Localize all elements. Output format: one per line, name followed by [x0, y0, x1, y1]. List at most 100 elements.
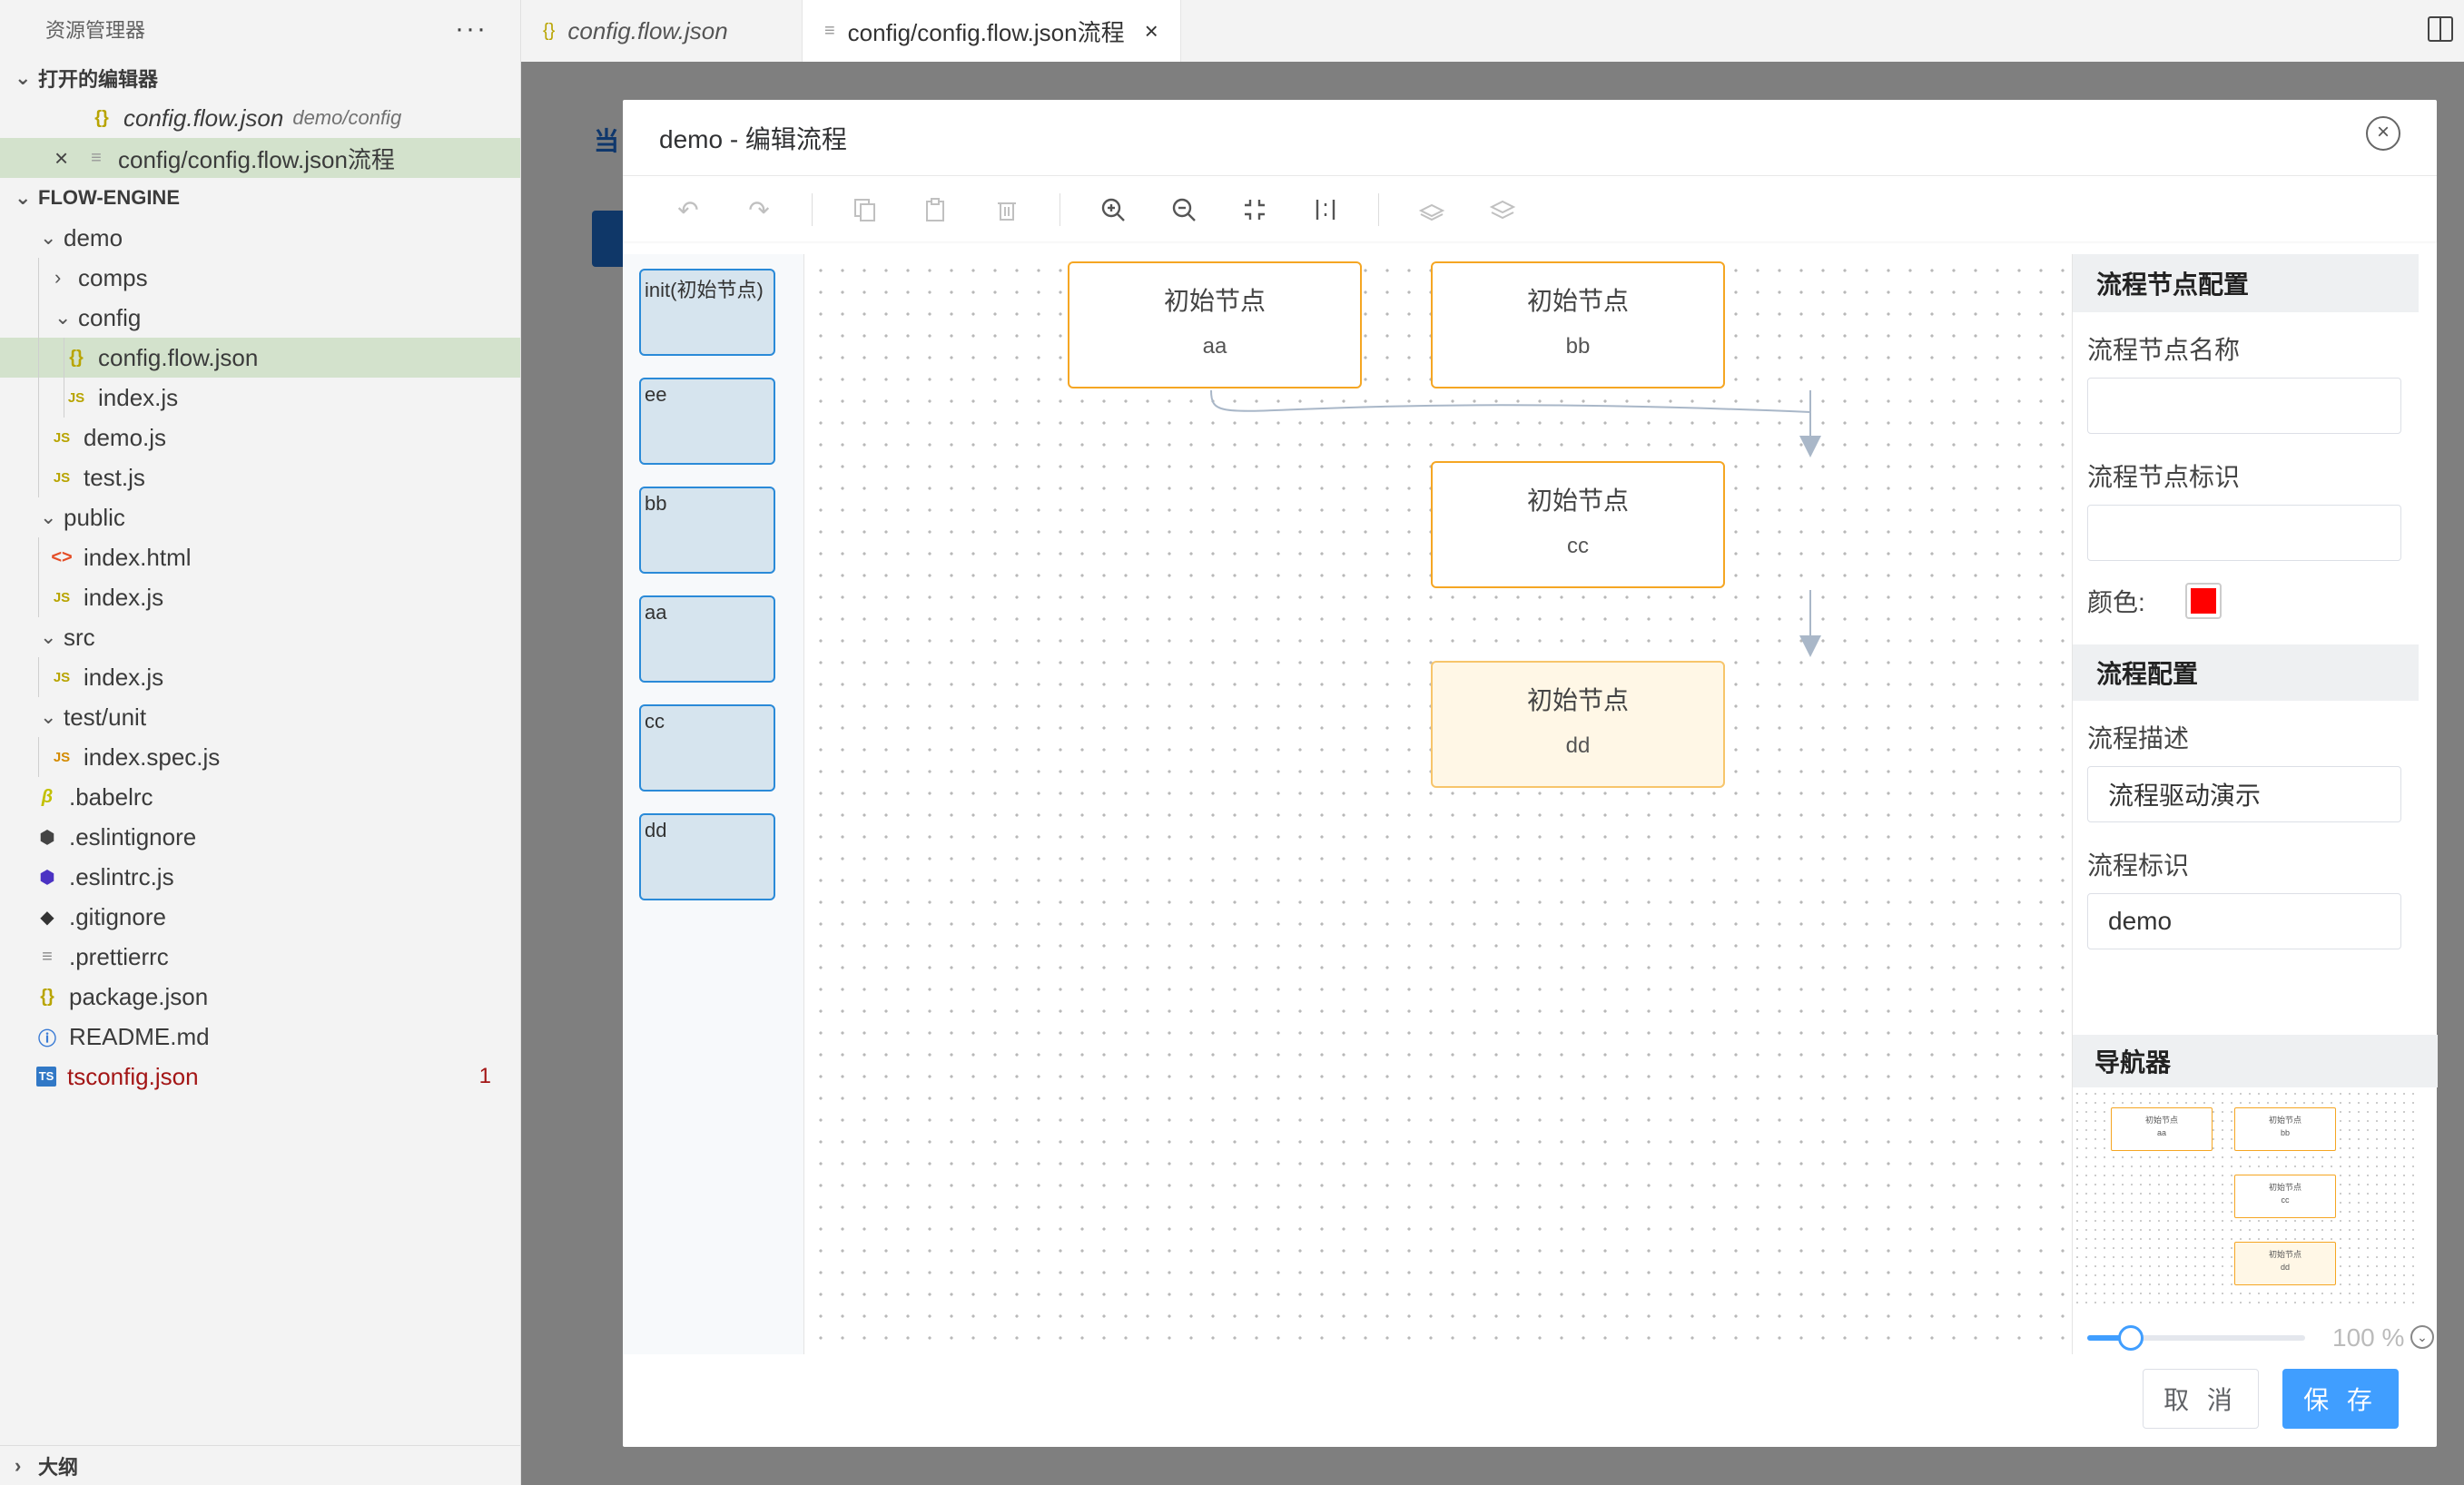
- tree-label: .gitignore: [69, 902, 166, 930]
- minimap-node: 初始节点 cc: [2234, 1175, 2336, 1218]
- tree-file-config-flow-json[interactable]: {} config.flow.json: [0, 338, 520, 378]
- color-picker[interactable]: [2184, 583, 2222, 619]
- tree-folder-src[interactable]: ⌄ src: [0, 617, 520, 657]
- close-icon[interactable]: ×: [2366, 116, 2400, 151]
- undo-icon[interactable]: ↶: [670, 192, 706, 228]
- babel-icon: β: [41, 786, 54, 807]
- node-name-input[interactable]: [2087, 378, 2401, 434]
- cancel-button[interactable]: 取 消: [2143, 1369, 2259, 1429]
- flow-node-bb[interactable]: 初始节点 bb: [1431, 261, 1725, 388]
- tab-config-flow[interactable]: ≡ config/config.flow.json流程 ×: [803, 0, 1181, 62]
- open-editor-desc: demo/config: [292, 106, 402, 129]
- to-back-icon[interactable]: [1484, 192, 1521, 228]
- open-editors-label: 打开的编辑器: [38, 68, 159, 91]
- tab-config-flow-json[interactable]: {} config.flow.json: [521, 0, 803, 62]
- node-subtitle: aa: [1202, 334, 1227, 359]
- tree-file-readme[interactable]: ⓘ README.md: [0, 1017, 520, 1057]
- split-editor-icon[interactable]: [2428, 16, 2453, 42]
- fit-view-icon[interactable]: [1237, 192, 1273, 228]
- json-file-icon: {}: [94, 107, 109, 128]
- tree-file-babelrc[interactable]: β .babelrc: [0, 777, 520, 817]
- flow-node-cc[interactable]: 初始节点 cc: [1431, 461, 1725, 588]
- editor-tab-bar: {} config.flow.json ≡ config/config.flow…: [521, 0, 2464, 62]
- redo-icon[interactable]: ↷: [741, 192, 777, 228]
- flow-canvas[interactable]: 初始节点 aa 初始节点 bb 初始节点 cc 初始节点 dd: [804, 254, 2072, 1354]
- indent-guide: [38, 457, 39, 497]
- tree-file-index-html[interactable]: <> index.html: [0, 537, 520, 577]
- minimap-node-sub: cc: [2281, 1195, 2290, 1205]
- minimap-node: 初始节点 bb: [2234, 1107, 2336, 1151]
- tree-label: index.spec.js: [84, 742, 221, 771]
- tree-folder-config[interactable]: ⌄ config: [0, 298, 520, 338]
- palette-node[interactable]: init(初始节点): [639, 269, 775, 356]
- zoom-percent: 100 %: [2332, 1323, 2405, 1352]
- flow-desc-input[interactable]: [2087, 766, 2401, 822]
- tree-file-gitignore[interactable]: ◆ .gitignore: [0, 897, 520, 937]
- js-file-icon: JS: [53, 669, 71, 685]
- more-actions-button[interactable]: ···: [455, 14, 488, 44]
- tree-folder-comps[interactable]: › comps: [0, 258, 520, 298]
- navigator-minimap[interactable]: 初始节点 aa 初始节点 bb 初始节点 cc 初始节点 dd: [2073, 1089, 2418, 1305]
- chevron-down-icon: ⌄: [40, 705, 57, 728]
- project-label: FLOW-ENGINE: [38, 186, 180, 209]
- indent-guide: [38, 577, 39, 617]
- tree-label: index.js: [98, 383, 179, 411]
- flow-node-dd[interactable]: 初始节点 dd: [1431, 661, 1725, 788]
- js-file-icon: JS: [53, 469, 71, 486]
- project-section[interactable]: ⌄ FLOW-ENGINE: [0, 178, 520, 218]
- node-subtitle: bb: [1565, 334, 1591, 359]
- html-file-icon: <>: [51, 546, 73, 567]
- zoom-slider-thumb[interactable]: [2118, 1325, 2144, 1351]
- tree-label: .eslintrc.js: [69, 862, 174, 890]
- indent-guide: [38, 737, 39, 777]
- flow-id-input[interactable]: [2087, 893, 2401, 949]
- js-file-icon: JS: [53, 589, 71, 605]
- close-icon[interactable]: ×: [54, 144, 80, 172]
- tree-file-index-js[interactable]: JS index.js: [0, 577, 520, 617]
- palette-node[interactable]: aa: [639, 595, 775, 683]
- chevron-down-icon: ⌄: [15, 66, 32, 89]
- color-swatch-fill: [2190, 588, 2216, 614]
- tree-file-tsconfig[interactable]: TS tsconfig.json 1: [0, 1057, 520, 1097]
- delete-icon[interactable]: [989, 192, 1025, 228]
- tree-file-eslintignore[interactable]: ⬢ .eslintignore: [0, 817, 520, 857]
- tree-file-package-json[interactable]: {} package.json: [0, 977, 520, 1017]
- flow-edges: [1210, 389, 1821, 657]
- eslint-icon: ⬢: [39, 867, 55, 888]
- tree-label: demo: [64, 223, 123, 251]
- to-front-icon[interactable]: [1414, 192, 1450, 228]
- tree-file-index-js[interactable]: JS index.js: [0, 657, 520, 697]
- open-editor-item[interactable]: {} config.flow.json demo/config: [0, 98, 520, 138]
- tree-file-prettierrc[interactable]: ≡ .prettierrc: [0, 937, 520, 977]
- palette-node[interactable]: ee: [639, 378, 775, 465]
- tree-folder-public[interactable]: ⌄ public: [0, 497, 520, 537]
- close-icon[interactable]: ×: [1145, 17, 1158, 45]
- tree-file-index-spec-js[interactable]: JS index.spec.js: [0, 737, 520, 777]
- actual-size-icon[interactable]: [1307, 192, 1344, 228]
- tree-file-test-js[interactable]: JS test.js: [0, 457, 520, 497]
- tab-label: config/config.flow.json流程: [847, 18, 1125, 46]
- tree-file-demo-js[interactable]: JS demo.js: [0, 418, 520, 457]
- save-button[interactable]: 保 存: [2282, 1369, 2399, 1429]
- indent-guide: [38, 338, 39, 378]
- open-editor-item-active[interactable]: × ≡ config/config.flow.json流程: [0, 138, 520, 178]
- tree-folder-test-unit[interactable]: ⌄ test/unit: [0, 697, 520, 737]
- open-editors-section[interactable]: ⌄ 打开的编辑器: [0, 58, 520, 98]
- chevron-down-icon[interactable]: ⌄: [2410, 1325, 2434, 1349]
- palette-node[interactable]: dd: [639, 813, 775, 900]
- palette-node[interactable]: bb: [639, 487, 775, 574]
- node-id-input[interactable]: [2087, 505, 2401, 561]
- zoom-in-icon[interactable]: [1095, 192, 1131, 228]
- error-count-badge: 1: [478, 1064, 491, 1088]
- chevron-down-icon: ⌄: [15, 186, 32, 209]
- outline-section[interactable]: › 大纲: [0, 1445, 520, 1485]
- copy-icon[interactable]: [847, 192, 883, 228]
- flow-node-aa[interactable]: 初始节点 aa: [1068, 261, 1362, 388]
- palette-node[interactable]: cc: [639, 704, 775, 792]
- minimap-node: 初始节点 aa: [2111, 1107, 2213, 1151]
- tree-file-index-js[interactable]: JS index.js: [0, 378, 520, 418]
- tree-folder-demo[interactable]: ⌄ demo: [0, 218, 520, 258]
- paste-icon[interactable]: [918, 192, 954, 228]
- tree-file-eslintrc[interactable]: ⬢ .eslintrc.js: [0, 857, 520, 897]
- zoom-out-icon[interactable]: [1166, 192, 1202, 228]
